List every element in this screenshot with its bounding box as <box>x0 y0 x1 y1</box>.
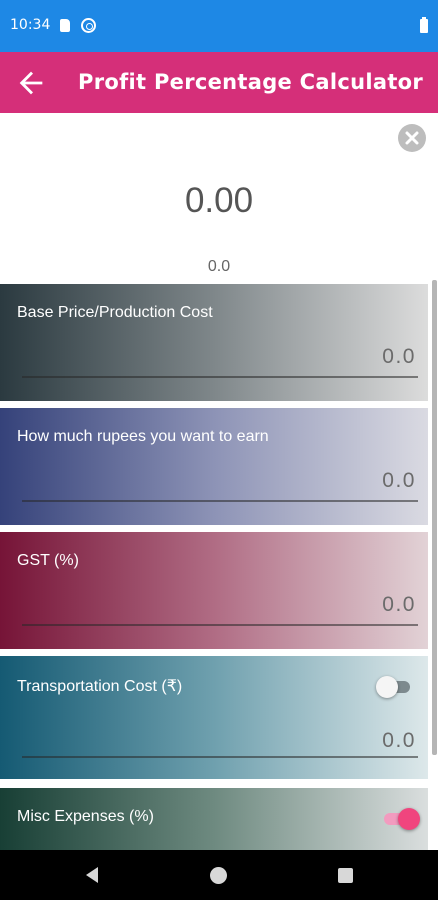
misc-toggle[interactable] <box>382 808 420 830</box>
base-price-underline <box>22 376 418 378</box>
app-bar: Profit Percentage Calculator <box>0 52 438 113</box>
misc-label: Misc Expenses (%) <box>17 808 154 825</box>
back-triangle-icon[interactable] <box>83 866 101 884</box>
gst-card: GST (%) 0.0 <box>0 532 428 649</box>
close-circle-icon <box>405 131 419 145</box>
gst-input[interactable]: 0.0 <box>382 593 416 617</box>
status-bar: 10:34 <box>0 0 438 52</box>
transport-label: Transportation Cost (₹) <box>17 678 183 695</box>
misc-card: Misc Expenses (%) <box>0 788 428 850</box>
toggle-thumb <box>398 808 420 830</box>
base-price-card: Base Price/Production Cost 0.0 <box>0 284 428 401</box>
result-secondary-value: 0.0 <box>207 258 231 275</box>
clear-button[interactable] <box>398 124 426 152</box>
page-title: Profit Percentage Calculator <box>78 70 424 94</box>
earn-label: How much rupees you want to earn <box>17 428 269 445</box>
sim-icon <box>60 19 70 32</box>
gst-label: GST (%) <box>17 552 79 569</box>
status-time: 10:34 <box>10 17 51 33</box>
transport-toggle[interactable] <box>376 676 412 698</box>
system-nav-bar <box>0 850 438 900</box>
back-button[interactable] <box>14 66 48 100</box>
recents-square-icon[interactable] <box>338 868 353 883</box>
base-price-input[interactable]: 0.0 <box>382 345 416 369</box>
transport-underline <box>22 756 418 758</box>
earn-underline <box>22 500 418 502</box>
earn-card: How much rupees you want to earn 0.0 <box>0 408 428 525</box>
arrow-left-icon <box>19 71 43 95</box>
transport-input[interactable]: 0.0 <box>382 729 416 753</box>
base-price-label: Base Price/Production Cost <box>17 304 213 321</box>
battery-icon <box>420 17 428 33</box>
gst-underline <box>22 624 418 626</box>
sync-icon <box>81 18 96 33</box>
scrollbar[interactable] <box>432 280 437 755</box>
home-circle-icon[interactable] <box>210 867 227 884</box>
transport-card: Transportation Cost (₹) 0.0 <box>0 656 428 779</box>
result-value: 0.00 <box>184 181 254 220</box>
earn-input[interactable]: 0.0 <box>382 469 416 493</box>
toggle-thumb <box>376 676 398 698</box>
